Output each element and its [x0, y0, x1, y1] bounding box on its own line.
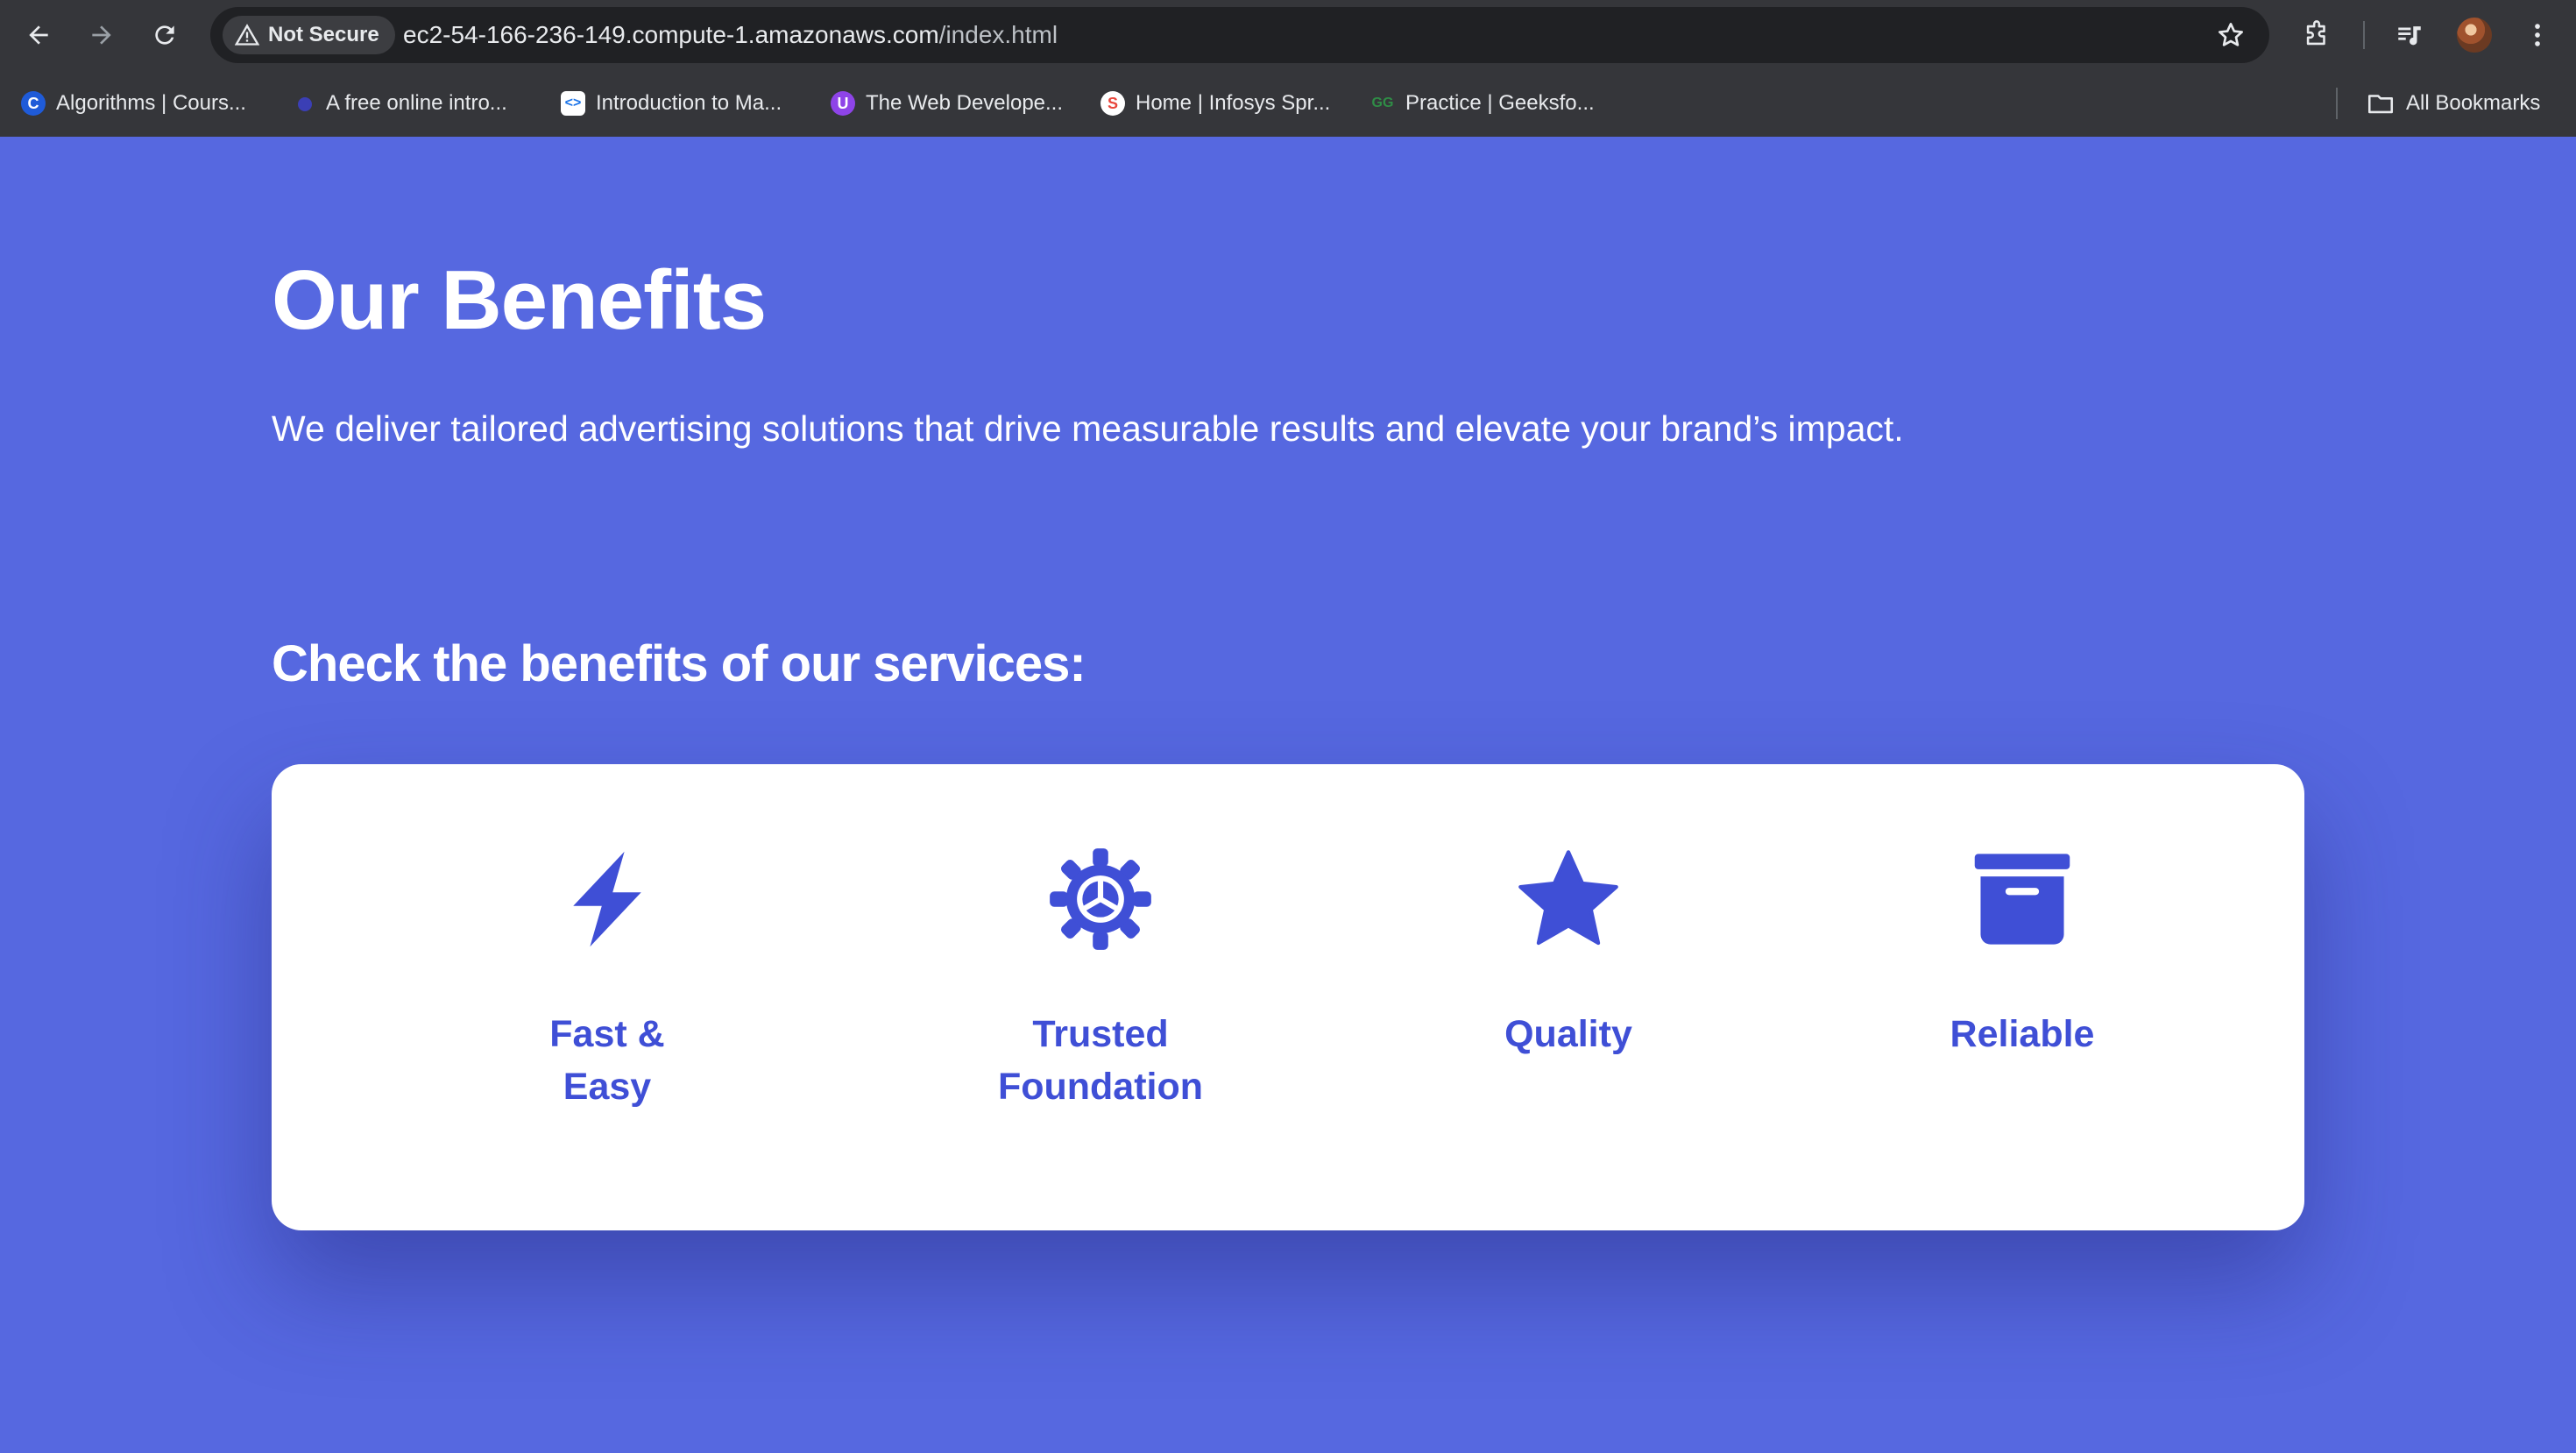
toolbar-divider: [2363, 21, 2365, 49]
benefit-label-line: Fast &: [549, 1013, 665, 1055]
page-subtitle: We deliver tailored advertising solution…: [272, 408, 1904, 449]
lightning-icon: [553, 845, 662, 953]
all-bookmarks-label: All Bookmarks: [2406, 91, 2541, 115]
page-title: Our Benefits: [272, 253, 767, 347]
bookmark-item[interactable]: A free online intro...: [291, 86, 507, 121]
bookmark-label: Home | Infosys Spr...: [1136, 91, 1331, 115]
forward-arrow-icon: [92, 25, 111, 45]
benefit-label: Reliable: [1950, 1008, 2095, 1060]
back-arrow-icon: [29, 25, 48, 45]
benefit-label: Fast & Easy: [549, 1008, 664, 1113]
benefit-trusted-foundation: Trusted Foundation: [916, 845, 1284, 1113]
folder-icon: [2367, 95, 2394, 114]
bookmark-item[interactable]: <> Introduction to Ma...: [561, 86, 782, 121]
puzzle-icon: [2306, 20, 2325, 46]
bookmark-item[interactable]: U The Web Develope...: [831, 86, 1063, 121]
springboard-icon: S: [1100, 91, 1125, 116]
bookmark-label: The Web Develope...: [866, 91, 1064, 115]
bookmark-star-icon[interactable]: [2217, 21, 2245, 49]
benefit-fast-easy: Fast & Easy: [423, 845, 791, 1113]
url-text[interactable]: ec2-54-166-236-149.compute-1.amazonaws.c…: [403, 7, 1058, 63]
all-bookmarks-button[interactable]: All Bookmarks: [2366, 86, 2540, 121]
address-bar[interactable]: Not Secure ec2-54-166-236-149.compute-1.…: [210, 7, 2269, 63]
star-icon: [1514, 845, 1623, 953]
bookmark-item[interactable]: C Algorithms | Cours...: [21, 86, 246, 121]
benefit-quality: Quality: [1384, 845, 1752, 1060]
bookmark-label: Algorithms | Cours...: [56, 91, 246, 115]
benefit-label-line: Reliable: [1950, 1013, 2095, 1055]
code-icon: <>: [561, 91, 585, 116]
benefit-label: Quality: [1504, 1008, 1632, 1060]
benefit-label-line: Easy: [563, 1066, 652, 1108]
bookmarks-divider: [2336, 88, 2338, 119]
bookmarks-bar: C Algorithms | Cours... A free online in…: [0, 70, 2576, 137]
warning-icon: [235, 24, 259, 46]
security-chip[interactable]: Not Secure: [223, 16, 395, 54]
bookmark-item[interactable]: S Home | Infosys Spr...: [1100, 86, 1330, 121]
profile-avatar[interactable]: [2457, 18, 2492, 53]
url-path: /index.html: [938, 21, 1058, 48]
bookmark-label: Practice | Geeksfo...: [1405, 91, 1595, 115]
playlist-music-icon: [2398, 26, 2421, 46]
forward-button[interactable]: [84, 18, 119, 53]
security-chip-label: Not Secure: [268, 23, 379, 46]
udemy-icon: U: [831, 91, 855, 116]
coursera-icon: C: [21, 91, 46, 116]
benefit-label-line: Foundation: [997, 1066, 1204, 1108]
bookmark-label: A free online intro...: [326, 91, 507, 115]
benefits-page: Our Benefits We deliver tailored adverti…: [0, 137, 2576, 1453]
benefits-card: Fast & Easy Trusted Foundation Quality R…: [272, 764, 2304, 1230]
benefit-reliable: Reliable: [1838, 845, 2206, 1060]
benefit-label-line: Quality: [1504, 1013, 1632, 1055]
reload-button[interactable]: [147, 18, 182, 53]
reload-icon: [155, 25, 174, 45]
geeksforgeeks-icon: GG: [1371, 96, 1394, 110]
bookmark-item[interactable]: GG Practice | Geeksfo...: [1370, 86, 1595, 121]
browser-menu-button[interactable]: [2522, 19, 2553, 51]
benefits-heading: Check the benefits of our services:: [272, 635, 1086, 692]
bookmark-label: Introduction to Ma...: [596, 91, 782, 115]
browser-toolbar: Not Secure ec2-54-166-236-149.compute-1.…: [0, 0, 2576, 70]
benefit-label: Trusted Foundation: [998, 1008, 1203, 1113]
benefit-label-line: Trusted: [1032, 1013, 1169, 1055]
url-host: ec2-54-166-236-149.compute-1.amazonaws.c…: [403, 21, 939, 48]
extensions-button[interactable]: [2301, 19, 2332, 51]
more-vertical-icon: [2535, 24, 2540, 46]
archive-box-icon: [1968, 845, 2077, 953]
media-control-button[interactable]: [2394, 19, 2425, 51]
gear-icon: [1046, 845, 1155, 953]
dot-icon: [291, 91, 315, 116]
back-button[interactable]: [21, 18, 56, 53]
